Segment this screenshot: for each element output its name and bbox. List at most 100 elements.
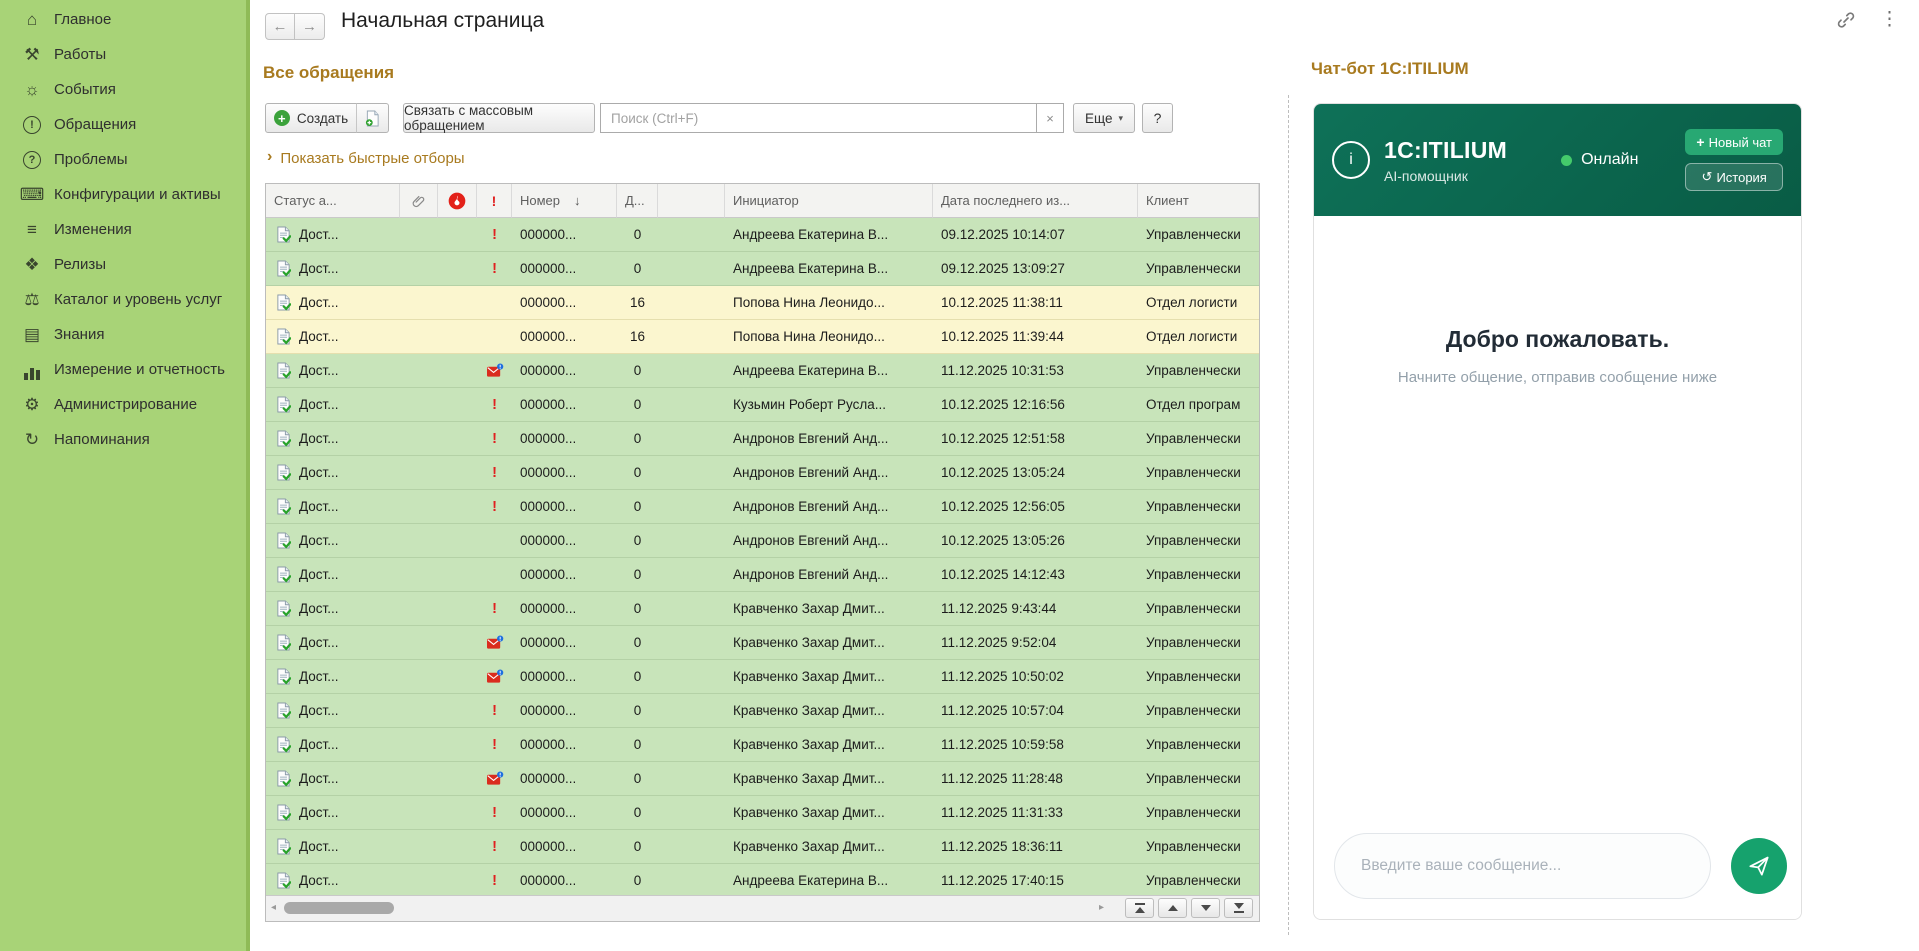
last-change-date: 10.12.2025 13:05:24 — [933, 456, 1138, 490]
sidebar-item-napominaniya[interactable]: ↻ Напоминания — [0, 422, 246, 457]
more-button[interactable]: Еще ▾ — [1073, 103, 1135, 133]
initiator: Андронов Евгений Анд... — [725, 422, 933, 456]
table-row[interactable]: Дост... ! 000000... 0 Андронов Евгений А… — [266, 558, 1259, 592]
table-row[interactable]: Дост... ! 000000... 0 Андронов Евгений А… — [266, 456, 1259, 490]
col-number[interactable]: Номер ↓ — [512, 184, 617, 218]
table-row[interactable]: Дост... ! 000000... 0 Андронов Евгений А… — [266, 490, 1259, 524]
sidebar-item-obrashcheniya[interactable]: ! Обращения — [0, 107, 246, 142]
table-row[interactable]: Дост... ! 000000... 0 Кравченко Захар Дм… — [266, 796, 1259, 830]
status-text: Дост... — [299, 329, 339, 344]
table-row[interactable]: Дост... ! 000000... 0 Кузьмин Роберт Рус… — [266, 388, 1259, 422]
new-chat-button[interactable]: + Новый чат — [1685, 129, 1783, 155]
request-number: 000000... — [512, 796, 617, 830]
col-last-change-date[interactable]: Дата последнего из... — [933, 184, 1138, 218]
col-status[interactable]: Статус а... — [266, 184, 400, 218]
sidebar-item-izmeneniya[interactable]: ≡ Изменения — [0, 212, 246, 247]
col-exclamation[interactable]: ! — [477, 184, 512, 218]
go-first-row-button[interactable] — [1125, 898, 1154, 918]
sidebar-item-label: Изменения — [54, 221, 132, 238]
table-row[interactable]: Дост... ! 000000... 0 Андреева Екатерина… — [266, 252, 1259, 286]
paperclip-icon — [411, 193, 426, 209]
history-nav: ← → — [265, 13, 325, 40]
table-row[interactable]: Дост... ! 000000... 16 Попова Нина Леони… — [266, 286, 1259, 320]
table-row[interactable]: Дост... ! 000000... 0 Андреева Екатерина… — [266, 218, 1259, 252]
client: Управленчески — [1138, 864, 1259, 898]
col-client[interactable]: Клиент — [1138, 184, 1259, 218]
last-change-date: 09.12.2025 13:09:27 — [933, 252, 1138, 286]
sidebar-item-konfiguracii[interactable]: ⌨ Конфигурации и активы — [0, 177, 246, 212]
help-button[interactable]: ? — [1142, 103, 1173, 133]
sidebar-item-izmerenie[interactable]: Измерение и отчетность — [0, 352, 246, 387]
table-row[interactable]: Дост... ! 000000... 0 Кравченко Захар Дм… — [266, 592, 1259, 626]
status-delivered-icon — [276, 566, 291, 583]
col-initiator[interactable]: Инициатор — [725, 184, 933, 218]
sidebar-item-relizy[interactable]: ❖ Релизы — [0, 247, 246, 282]
document-plus-icon — [365, 110, 380, 127]
status-delivered-icon — [276, 464, 291, 481]
scroll-left-icon[interactable]: ◂ — [271, 902, 276, 913]
sidebar-item-problemy[interactable]: ? Проблемы — [0, 142, 246, 177]
create-button[interactable]: + Создать — [265, 103, 357, 133]
forward-button[interactable]: → — [295, 13, 325, 40]
request-number: 000000... — [512, 388, 617, 422]
status-delivered-icon — [276, 600, 291, 617]
search-input[interactable] — [600, 103, 1036, 133]
table-row[interactable]: Дост... ! 000000... 0 Андронов Евгений А… — [266, 422, 1259, 456]
history-label: История — [1716, 170, 1766, 185]
search-clear-button[interactable]: × — [1036, 103, 1064, 133]
panel-splitter[interactable] — [1288, 95, 1289, 935]
exclamation-marker-icon: ! — [492, 227, 497, 243]
sidebar-item-glavnoe[interactable]: ⌂ Главное — [0, 2, 246, 37]
history-button[interactable]: ↺ История — [1685, 163, 1783, 191]
d-value: 0 — [617, 864, 658, 898]
table-row[interactable]: Дост... ! 000000... 16 Попова Нина Леони… — [266, 320, 1259, 354]
request-number: 000000... — [512, 320, 617, 354]
chevron-right-icon: › — [267, 148, 272, 166]
status-text: Дост... — [299, 635, 339, 650]
sidebar-item-katalog[interactable]: ⚖ Каталог и уровень услуг — [0, 282, 246, 317]
d-value: 16 — [617, 286, 658, 320]
back-button[interactable]: ← — [265, 13, 295, 40]
table-row[interactable]: Дост... ! 000000... 0 Кравченко Захар Дм… — [266, 830, 1259, 864]
scroll-right-icon[interactable]: ▸ — [1099, 902, 1104, 913]
message-input[interactable] — [1335, 857, 1710, 875]
kebab-menu-icon[interactable]: ⋮ — [1880, 10, 1899, 30]
create-copy-button[interactable] — [356, 103, 389, 133]
go-last-row-button[interactable] — [1224, 898, 1253, 918]
initiator: Андронов Евгений Анд... — [725, 456, 933, 490]
table-row[interactable]: Дост... ! 000000... 0 Андронов Евгений А… — [266, 524, 1259, 558]
table-row[interactable]: Дост... ! 000000... 0 Андреева Екатерина… — [266, 354, 1259, 388]
link-mass-request-button[interactable]: Связать с массовым обращением — [403, 103, 595, 133]
client: Управленчески — [1138, 252, 1259, 286]
scrollbar-thumb[interactable] — [284, 902, 394, 914]
sidebar-item-label: Проблемы — [54, 151, 128, 168]
sidebar-item-sobytiya[interactable]: ☼ События — [0, 72, 246, 107]
col-fire[interactable] — [438, 184, 477, 218]
status-text: Дост... — [299, 431, 339, 446]
table-row[interactable]: Дост... ! 000000... 0 Кравченко Захар Дм… — [266, 762, 1259, 796]
table-row[interactable]: Дост... ! 000000... 0 Кравченко Захар Дм… — [266, 728, 1259, 762]
lightbulb-icon: ☼ — [21, 80, 43, 100]
status-delivered-icon — [276, 838, 291, 855]
status-delivered-icon — [276, 396, 291, 413]
table-row[interactable]: Дост... ! 000000... 0 Кравченко Захар Дм… — [266, 626, 1259, 660]
client: Управленчески — [1138, 626, 1259, 660]
table-row[interactable]: Дост... ! 000000... 0 Кравченко Захар Дм… — [266, 660, 1259, 694]
col-d[interactable]: Д... — [617, 184, 658, 218]
request-number: 000000... — [512, 286, 617, 320]
sidebar-item-administrirovanie[interactable]: ⚙ Администрирование — [0, 387, 246, 422]
table-row[interactable]: Дост... ! 000000... 0 Кравченко Захар Дм… — [266, 694, 1259, 728]
welcome-subtitle: Начните общение, отправив сообщение ниже — [1314, 369, 1801, 386]
d-value: 0 — [617, 728, 658, 762]
sidebar-item-raboty[interactable]: ⚒ Работы — [0, 37, 246, 72]
col-attachment[interactable] — [400, 184, 438, 218]
quick-filters-link[interactable]: › Показать быстрые отборы — [267, 149, 465, 167]
sidebar-item-znaniya[interactable]: ▤ Знания — [0, 317, 246, 352]
previous-row-button[interactable] — [1158, 898, 1187, 918]
send-button[interactable] — [1731, 838, 1787, 894]
info-icon[interactable]: i — [1332, 141, 1370, 179]
d-value: 0 — [617, 422, 658, 456]
next-row-button[interactable] — [1191, 898, 1220, 918]
table-row[interactable]: Дост... ! 000000... 0 Андреева Екатерина… — [266, 864, 1259, 898]
link-icon[interactable] — [1836, 10, 1856, 30]
